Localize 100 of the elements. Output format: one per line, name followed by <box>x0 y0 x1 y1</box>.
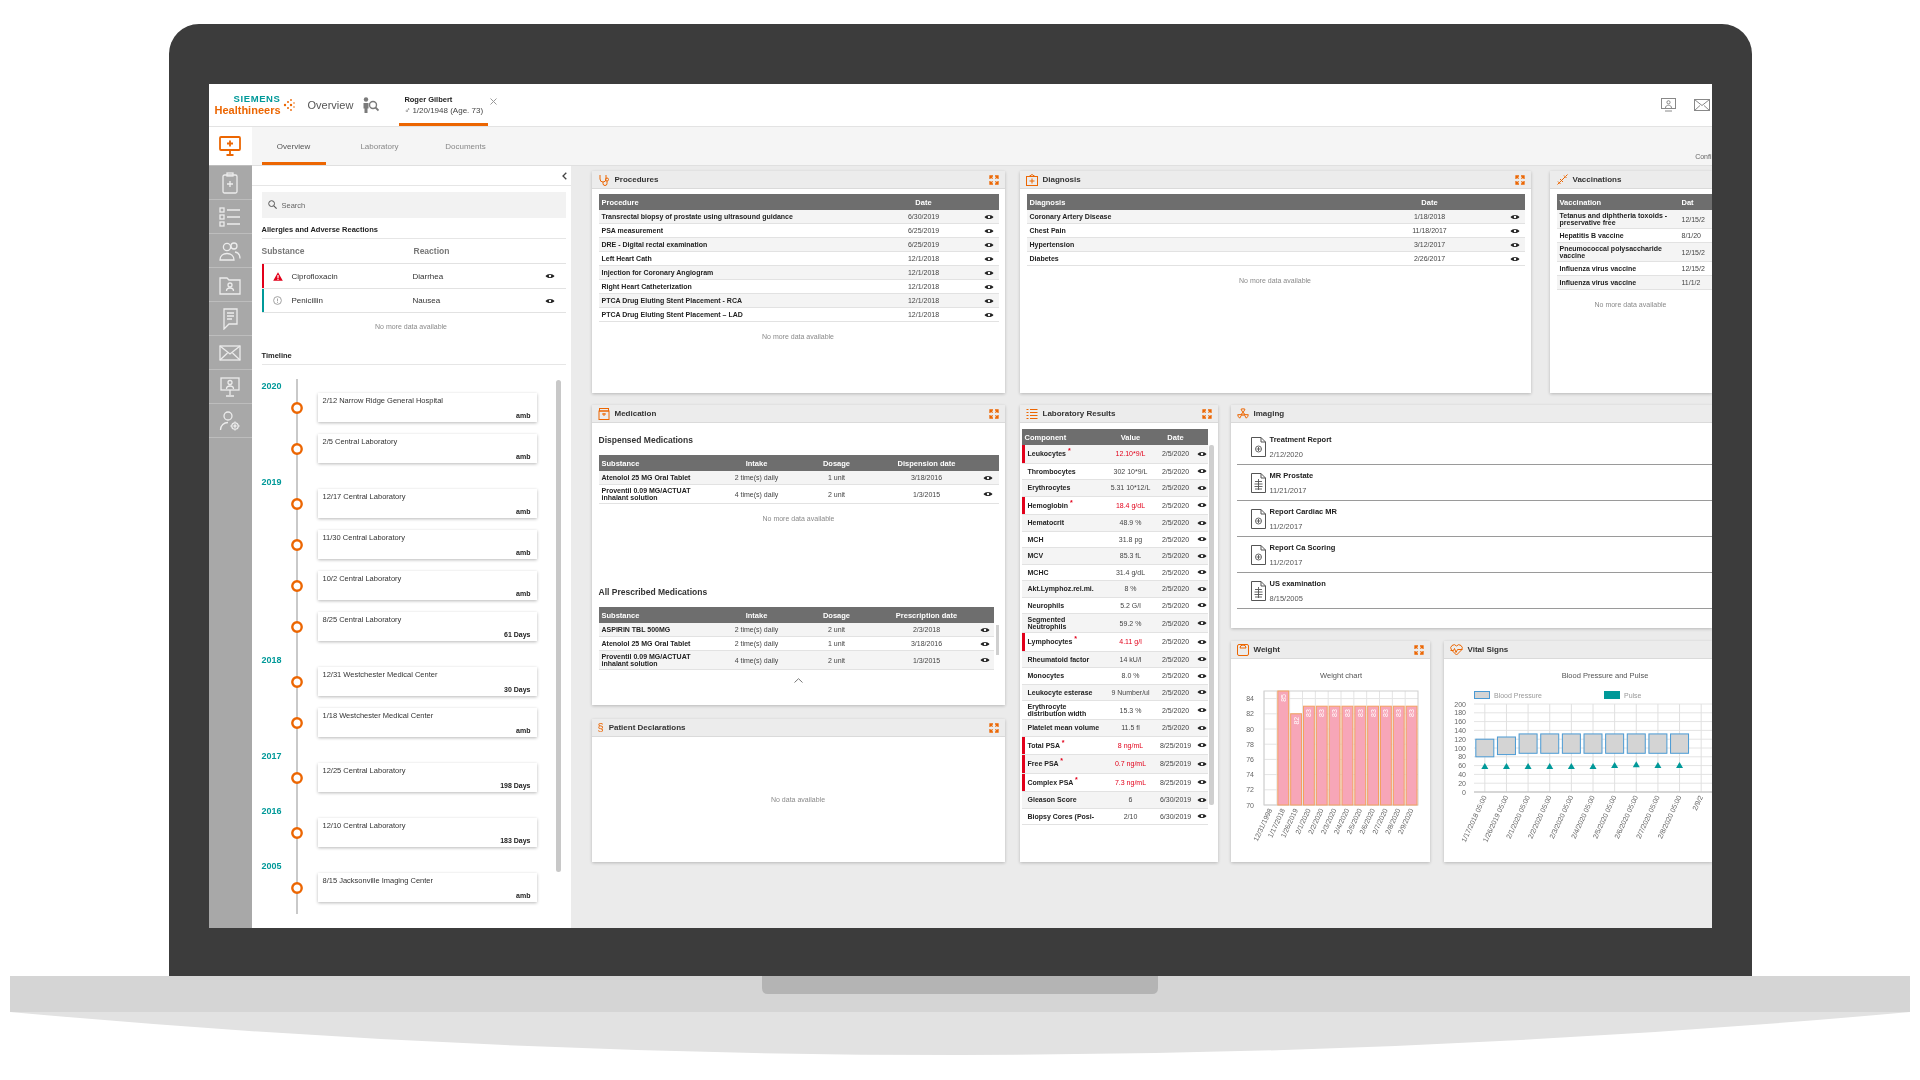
expand-icon[interactable] <box>988 408 999 419</box>
timeline-node-icon <box>290 497 303 510</box>
report-document-icon <box>1250 508 1266 529</box>
eye-icon[interactable] <box>1197 742 1207 749</box>
stethoscope-icon <box>597 173 610 186</box>
eye-icon[interactable] <box>980 640 990 647</box>
scrollbar[interactable] <box>1208 445 1214 805</box>
syringe-icon <box>1555 173 1568 186</box>
allergy-reaction: Nausea <box>412 296 442 305</box>
panel-title: Imaging <box>1253 409 1285 418</box>
abnormal-bar <box>1021 445 1025 463</box>
xray-document-icon <box>1250 472 1266 493</box>
timeline-year: 2005 <box>261 861 282 871</box>
eye-icon[interactable] <box>1509 241 1520 248</box>
tab[interactable]: Documents <box>433 127 498 165</box>
expand-icon[interactable] <box>1514 174 1525 185</box>
expand-icon[interactable] <box>988 174 999 185</box>
eye-icon[interactable] <box>983 255 994 262</box>
close-icon[interactable] <box>490 97 498 105</box>
eye-icon[interactable] <box>980 626 990 633</box>
eye-icon[interactable] <box>1197 519 1207 526</box>
chevron-left-icon[interactable] <box>561 171 567 180</box>
panel-title: Medication <box>614 409 657 418</box>
abnormal-bar <box>1021 496 1025 514</box>
timeline-node-icon <box>290 538 303 551</box>
eye-icon[interactable] <box>983 297 994 304</box>
abnormal-bar <box>1021 633 1025 651</box>
eye-icon[interactable] <box>982 474 993 481</box>
warning-icon <box>272 271 283 281</box>
expand-icon[interactable] <box>988 722 999 733</box>
eye-icon[interactable] <box>1197 602 1207 609</box>
overview-link[interactable]: Overview <box>307 99 354 111</box>
scrollbar[interactable] <box>555 380 561 872</box>
eye-icon[interactable] <box>1509 255 1520 262</box>
timeline-year: 2017 <box>261 751 282 761</box>
timeline-node-icon <box>290 401 303 414</box>
eye-icon[interactable] <box>1197 672 1207 679</box>
eye-icon[interactable] <box>980 657 990 663</box>
pulse-point <box>1589 763 1596 769</box>
checklist-icon <box>219 205 241 228</box>
eye-icon[interactable] <box>1509 213 1520 220</box>
mail-icon[interactable] <box>1693 99 1710 111</box>
allergy-substance: Penicillin <box>291 296 325 305</box>
heart-pulse-icon <box>1449 643 1463 656</box>
timeline-node-icon <box>290 826 303 839</box>
pulse-point <box>1545 763 1553 769</box>
eye-icon[interactable] <box>1197 552 1207 559</box>
eye-icon[interactable] <box>1197 656 1207 663</box>
pulse-point <box>1632 761 1640 768</box>
eye-icon[interactable] <box>1197 779 1207 786</box>
logo-dots-icon <box>282 98 295 112</box>
eye-icon[interactable] <box>983 227 994 234</box>
radiation-icon <box>1236 407 1249 420</box>
logo-wordmark: SIEMENS <box>233 94 281 104</box>
eye-icon[interactable] <box>983 241 994 248</box>
eye-icon[interactable] <box>544 273 555 279</box>
eye-icon[interactable] <box>1197 585 1207 592</box>
eye-icon[interactable] <box>1509 227 1520 234</box>
eye-icon[interactable] <box>1197 450 1207 457</box>
eye-icon[interactable] <box>1197 468 1207 475</box>
eye-icon[interactable] <box>983 213 994 220</box>
eye-icon[interactable] <box>983 311 994 318</box>
gender-symbol: ♂ <box>404 106 411 115</box>
pulse-point <box>1567 763 1575 769</box>
eye-icon[interactable] <box>1197 620 1207 626</box>
column-header: Substance <box>261 246 306 256</box>
eye-icon[interactable] <box>1197 760 1207 767</box>
caret-up-icon[interactable] <box>794 678 803 683</box>
monitor-plus-icon <box>219 135 241 157</box>
eye-icon[interactable] <box>1197 638 1207 645</box>
timeline-year: 2018 <box>261 655 282 665</box>
eye-icon[interactable] <box>1197 724 1207 731</box>
eye-icon[interactable] <box>1197 796 1207 803</box>
people-icon <box>219 239 241 262</box>
panel-title: Vaccinations <box>1572 175 1622 184</box>
timeline-node-icon <box>290 716 303 729</box>
section-title: Dispensed Medications <box>598 435 694 445</box>
eye-icon[interactable] <box>982 491 993 497</box>
eye-icon[interactable] <box>1197 689 1207 696</box>
pulse-point <box>1610 762 1618 769</box>
expand-icon[interactable] <box>1413 644 1424 655</box>
eye-icon[interactable] <box>1197 484 1207 491</box>
eye-icon[interactable] <box>1197 502 1207 509</box>
search-icon <box>267 200 277 209</box>
expand-icon[interactable] <box>1201 408 1212 419</box>
eye-icon[interactable] <box>1197 569 1207 576</box>
eye-icon[interactable] <box>1197 707 1207 713</box>
patient-search-icon[interactable] <box>361 96 380 114</box>
eye-icon[interactable] <box>544 297 555 304</box>
eye-icon[interactable] <box>983 283 994 290</box>
medicine-box-icon <box>597 407 610 420</box>
eye-icon[interactable] <box>983 269 994 276</box>
eye-icon[interactable] <box>1197 536 1207 543</box>
eye-icon[interactable] <box>1197 813 1207 820</box>
presentation-icon[interactable] <box>1660 98 1676 112</box>
timeline-year: 2019 <box>261 477 282 487</box>
xray-document-icon <box>1250 580 1266 601</box>
allergy-substance: Ciprofloxacin <box>291 271 339 281</box>
panel-title: Patient Declarations <box>608 723 686 732</box>
scrollbar[interactable] <box>995 625 999 655</box>
